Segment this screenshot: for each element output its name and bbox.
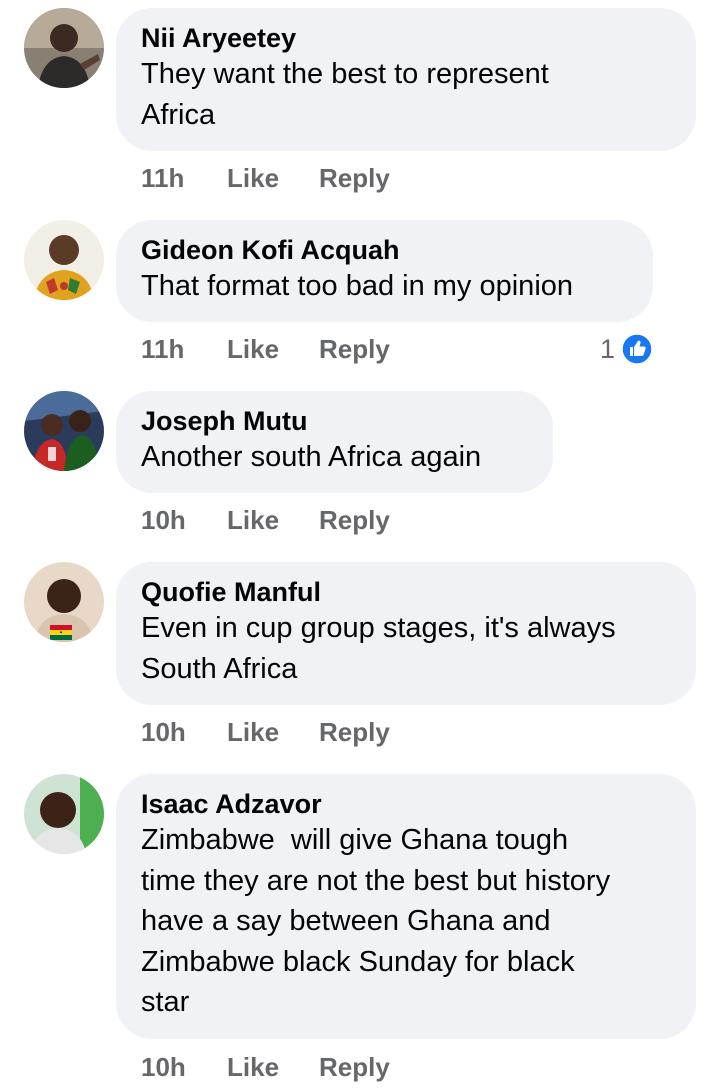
avatar[interactable] xyxy=(24,562,104,642)
reaction-summary[interactable]: 1 xyxy=(600,331,653,367)
reply-button[interactable]: Reply xyxy=(319,502,390,538)
profile-photo-icon xyxy=(24,774,104,854)
commenter-name[interactable]: Nii Aryeetey xyxy=(141,22,670,54)
profile-photo-icon xyxy=(24,562,104,642)
reply-button[interactable]: Reply xyxy=(319,160,390,196)
comment-text: Even in cup group stages, it's always So… xyxy=(141,612,616,685)
comment-text: Zimbabwe will give Ghana tough time they… xyxy=(141,824,611,1018)
avatar[interactable] xyxy=(24,220,104,300)
profile-photo-icon xyxy=(24,8,104,88)
avatar[interactable] xyxy=(24,391,104,471)
like-button[interactable]: Like xyxy=(227,502,279,538)
reply-button[interactable]: Reply xyxy=(319,331,390,367)
profile-photo-icon xyxy=(24,220,104,300)
profile-photo-icon xyxy=(24,391,104,471)
comment-text: They want the best to represent Africa xyxy=(141,58,549,131)
avatar[interactable] xyxy=(24,8,104,88)
commenter-name[interactable]: Gideon Kofi Acquah xyxy=(141,234,627,266)
timestamp[interactable]: 10h xyxy=(141,714,186,750)
comment-bubble: Joseph Mutu Another south Africa again xyxy=(116,391,553,493)
timestamp[interactable]: 10h xyxy=(141,502,186,538)
comment-bubble: Quofie Manful Even in cup group stages, … xyxy=(116,562,696,705)
commenter-name[interactable]: Quofie Manful xyxy=(141,576,670,608)
reply-button[interactable]: Reply xyxy=(319,1049,390,1085)
like-reaction-icon xyxy=(621,333,653,365)
reaction-count: 1 xyxy=(599,333,615,364)
like-button[interactable]: Like xyxy=(227,714,279,750)
commenter-name[interactable]: Isaac Adzavor xyxy=(141,788,670,820)
comment-bubble: Gideon Kofi Acquah That format too bad i… xyxy=(116,220,653,322)
like-button[interactable]: Like xyxy=(227,331,279,367)
avatar[interactable] xyxy=(24,774,104,854)
comment-bubble: Nii Aryeetey They want the best to repre… xyxy=(116,8,696,151)
timestamp[interactable]: 11h xyxy=(141,160,184,196)
like-button[interactable]: Like xyxy=(227,1049,279,1085)
reply-button[interactable]: Reply xyxy=(319,714,390,750)
comment-text: Another south Africa again xyxy=(141,441,482,473)
like-button[interactable]: Like xyxy=(227,160,279,196)
timestamp[interactable]: 11h xyxy=(141,331,184,367)
commenter-name[interactable]: Joseph Mutu xyxy=(141,405,527,437)
comment-bubble: Isaac Adzavor Zimbabwe will give Ghana t… xyxy=(116,774,696,1039)
comment-text: That format too bad in my opinion xyxy=(141,270,574,302)
timestamp[interactable]: 10h xyxy=(141,1049,186,1085)
